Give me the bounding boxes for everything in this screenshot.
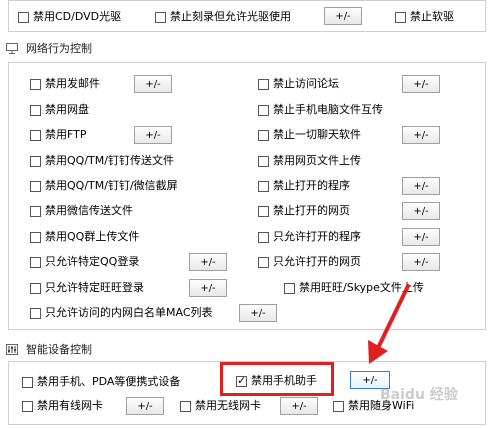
checkbox[interactable] — [258, 231, 269, 243]
smart-title-text: 智能设备控制 — [26, 343, 92, 356]
label: 禁用QQ/TM/钉钉传送文件 — [45, 154, 174, 167]
label: 禁止打开的网页 — [273, 204, 350, 217]
label: 禁止手机电脑文件互传 — [273, 103, 383, 116]
net-right-2[interactable]: 禁止一切聊天软件 — [258, 127, 361, 143]
net-left-9[interactable]: 只允许访问的内网白名单MAC列表 — [30, 305, 213, 321]
net-right-6-button[interactable]: +/- — [402, 228, 440, 246]
label: 禁止访问论坛 — [273, 77, 339, 90]
net-right-1[interactable]: 禁止手机电脑文件互传 — [258, 102, 383, 118]
checkbox[interactable] — [258, 78, 269, 90]
checkbox[interactable] — [30, 180, 41, 192]
burn-label: 禁止刻录但允许光驱使用 — [170, 10, 291, 23]
checkbox[interactable] — [30, 155, 41, 167]
wireless-nic-checkbox[interactable] — [180, 400, 191, 412]
wired-nic-checkbox[interactable] — [22, 400, 33, 412]
net-right-4-button[interactable]: +/- — [402, 177, 440, 195]
checkbox[interactable] — [30, 104, 41, 116]
label: 只允许访问的内网白名单MAC列表 — [45, 306, 213, 319]
portable-devices-checkbox[interactable] — [22, 376, 33, 388]
label: 禁用QQ群上传文件 — [45, 230, 140, 243]
burn-checkbox-row[interactable]: 禁止刻录但允许光驱使用 — [155, 9, 291, 25]
wired-nic-button[interactable]: +/- — [126, 397, 164, 415]
wireless-nic-row[interactable]: 禁用无线网卡 — [180, 398, 261, 414]
wireless-nic-button[interactable]: +/- — [280, 397, 318, 415]
net-left-5[interactable]: 禁用微信传送文件 — [30, 203, 133, 219]
net-right-3[interactable]: 禁用网页文件上传 — [258, 153, 361, 169]
net-left-9-button[interactable]: +/- — [239, 304, 277, 322]
phone-assistant-row[interactable]: 禁用手机助手 — [236, 373, 317, 389]
net-left-6[interactable]: 禁用QQ群上传文件 — [30, 229, 139, 245]
cd-dvd-label: 禁用CD/DVD光驱 — [33, 10, 122, 23]
portable-wifi-checkbox[interactable] — [333, 400, 344, 412]
checkbox[interactable] — [258, 104, 269, 116]
floppy-checkbox-row[interactable]: 禁止软驱 — [395, 9, 454, 25]
net-left-0-button[interactable]: +/- — [134, 75, 172, 93]
net-right-5[interactable]: 禁止打开的网页 — [258, 203, 350, 219]
net-left-8[interactable]: 只允许特定旺旺登录 — [30, 280, 144, 296]
wired-nic-row[interactable]: 禁用有线网卡 — [22, 398, 103, 414]
portable-devices-label: 禁用手机、PDA等便携式设备 — [37, 375, 181, 388]
checkbox[interactable] — [30, 129, 41, 141]
label: 只允许打开的网页 — [273, 255, 361, 268]
net-right-0[interactable]: 禁止访问论坛 — [258, 76, 339, 92]
burn-checkbox[interactable] — [155, 11, 166, 23]
label: 禁用QQ/TM/钉钉/微信截屏 — [45, 179, 178, 192]
label: 禁用发邮件 — [45, 77, 100, 90]
label: 只允许特定旺旺登录 — [45, 281, 144, 294]
checkbox[interactable] — [258, 205, 269, 217]
checkbox[interactable] — [30, 282, 41, 294]
label: 只允许打开的程序 — [273, 230, 361, 243]
net-right-2-button[interactable]: +/- — [402, 126, 440, 144]
phone-assistant-label: 禁用手机助手 — [251, 374, 317, 387]
burn-edit-button[interactable]: +/- — [324, 7, 362, 25]
label: 禁用微信传送文件 — [45, 204, 133, 217]
net-left-0[interactable]: 禁用发邮件 — [30, 76, 100, 92]
net-left-4[interactable]: 禁用QQ/TM/钉钉/微信截屏 — [30, 178, 178, 194]
net-right-7[interactable]: 只允许打开的网页 — [258, 254, 361, 270]
net-right-7-button[interactable]: +/- — [402, 253, 440, 271]
net-left-3[interactable]: 禁用QQ/TM/钉钉传送文件 — [30, 153, 174, 169]
label: 禁用网页文件上传 — [273, 154, 361, 167]
smart-section-title: 智能设备控制 — [6, 341, 92, 357]
annotation-arrow — [368, 284, 410, 364]
net-left-1[interactable]: 禁用网盘 — [30, 102, 89, 118]
net-left-7[interactable]: 只允许特定QQ登录 — [30, 254, 139, 270]
wireless-nic-label: 禁用无线网卡 — [195, 399, 261, 412]
net-left-7-button[interactable]: +/- — [189, 253, 227, 271]
label: 禁用网盘 — [45, 103, 89, 116]
checkbox[interactable] — [258, 180, 269, 192]
checkbox[interactable] — [30, 205, 41, 217]
label: 禁止一切聊天软件 — [273, 128, 361, 141]
network-title-text: 网络行为控制 — [26, 42, 92, 55]
checkbox[interactable] — [258, 256, 269, 268]
phone-assistant-checkbox[interactable] — [236, 374, 247, 388]
floppy-label: 禁止软驱 — [410, 10, 454, 23]
net-right-0-button[interactable]: +/- — [402, 75, 440, 93]
net-right-4[interactable]: 禁止打开的程序 — [258, 178, 350, 194]
checkbox[interactable] — [30, 307, 41, 319]
label: 只允许特定QQ登录 — [45, 255, 140, 268]
checkbox[interactable] — [258, 155, 269, 167]
net-left-8-button[interactable]: +/- — [189, 279, 227, 297]
portable-devices-row[interactable]: 禁用手机、PDA等便携式设备 — [22, 374, 180, 390]
monitor-icon — [6, 42, 18, 54]
label: 禁止打开的程序 — [273, 179, 350, 192]
checkbox[interactable] — [30, 256, 41, 268]
cd-dvd-checkbox-row[interactable]: 禁用CD/DVD光驱 — [18, 9, 121, 25]
net-right-5-button[interactable]: +/- — [402, 202, 440, 220]
checkbox[interactable] — [258, 129, 269, 141]
net-left-2[interactable]: 禁用FTP — [30, 127, 87, 143]
label: 禁用FTP — [45, 128, 87, 141]
floppy-checkbox[interactable] — [395, 11, 406, 23]
wired-nic-label: 禁用有线网卡 — [37, 399, 103, 412]
cd-dvd-checkbox[interactable] — [18, 11, 29, 23]
equalizer-icon — [6, 343, 18, 355]
net-right-6[interactable]: 只允许打开的程序 — [258, 229, 361, 245]
watermark-logo: Baidu 经验 — [380, 387, 458, 403]
checkbox[interactable] — [284, 282, 295, 294]
checkbox[interactable] — [30, 78, 41, 90]
network-section-title: 网络行为控制 — [6, 40, 92, 56]
checkbox[interactable] — [30, 231, 41, 243]
net-left-2-button[interactable]: +/- — [134, 126, 172, 144]
